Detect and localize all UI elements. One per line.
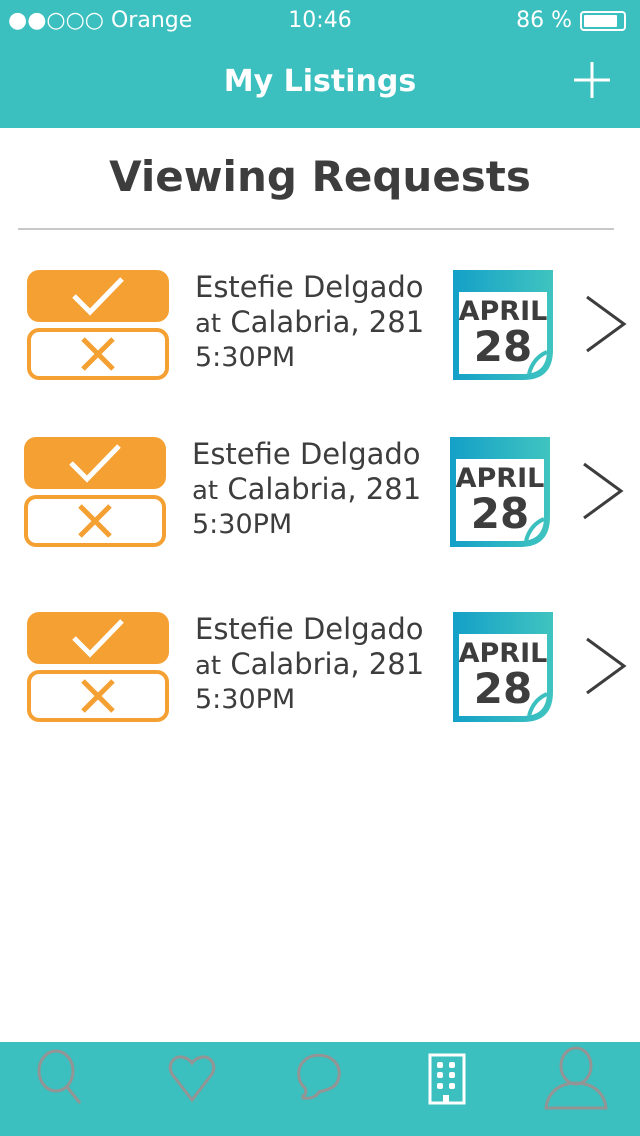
user-icon — [544, 1046, 608, 1110]
battery-icon — [580, 10, 626, 31]
divider — [18, 228, 614, 230]
location-prefix: at — [192, 476, 219, 506]
section-title: Viewing Requests — [109, 152, 531, 201]
check-icon — [72, 277, 124, 316]
location: Calabria, 281 — [227, 472, 422, 506]
request-info: Estefie Delgado at Calabria, 281 5:30PM — [195, 612, 424, 716]
x-icon — [78, 504, 112, 538]
accept-button[interactable] — [24, 437, 166, 489]
request-time: 5:30PM — [195, 684, 296, 715]
tab-my-listings[interactable] — [408, 1044, 488, 1114]
request-info: Estefie Delgado at Calabria, 281 5:30PM — [195, 270, 424, 374]
calendar-icon: APRIL 28 — [450, 437, 550, 547]
location-prefix: at — [195, 651, 222, 681]
requester-name: Estefie Delgado — [195, 270, 424, 304]
top-bar: ●●○○○ Orange 10:46 86 % My Listings — [0, 0, 640, 128]
accept-button[interactable] — [27, 612, 169, 664]
requester-name: Estefie Delgado — [192, 437, 421, 471]
tab-profile[interactable] — [536, 1044, 616, 1114]
calendar-icon: APRIL 28 — [453, 270, 553, 380]
request-row[interactable]: Estefie Delgado at Calabria, 281 5:30PM … — [0, 437, 640, 549]
calendar-day: 28 — [470, 489, 530, 538]
search-icon — [37, 1049, 82, 1104]
request-info: Estefie Delgado at Calabria, 281 5:30PM — [192, 437, 421, 541]
accept-button[interactable] — [27, 270, 169, 322]
building-icon — [428, 1053, 466, 1105]
chevron-right-icon[interactable] — [584, 636, 628, 696]
reject-button[interactable] — [27, 670, 169, 722]
status-bar: ●●○○○ Orange 10:46 86 % — [0, 8, 640, 36]
request-time: 5:30PM — [192, 509, 293, 540]
calendar-icon: APRIL 28 — [453, 612, 553, 722]
reject-button[interactable] — [27, 328, 169, 380]
calendar-day: 28 — [473, 322, 533, 371]
check-icon — [72, 619, 124, 658]
request-time: 5:30PM — [195, 342, 296, 373]
x-icon — [81, 679, 115, 713]
calendar-day: 28 — [473, 664, 533, 713]
tab-bar — [0, 1042, 640, 1136]
tab-favorites[interactable] — [152, 1044, 232, 1114]
requester-name: Estefie Delgado — [195, 612, 424, 646]
tab-search[interactable] — [22, 1044, 102, 1114]
plus-icon[interactable] — [574, 62, 610, 98]
page-title: My Listings — [223, 64, 417, 99]
chevron-right-icon[interactable] — [581, 461, 625, 521]
chevron-right-icon[interactable] — [584, 294, 628, 354]
reject-button[interactable] — [24, 495, 166, 547]
x-icon — [81, 337, 115, 371]
chat-bubble-icon — [297, 1053, 341, 1100]
location-prefix: at — [195, 309, 222, 339]
request-row[interactable]: Estefie Delgado at Calabria, 281 5:30PM … — [0, 270, 640, 382]
heart-icon — [168, 1055, 216, 1103]
check-icon — [69, 444, 121, 483]
battery-percent: 86 % — [516, 8, 572, 33]
location: Calabria, 281 — [230, 305, 425, 339]
tab-messages[interactable] — [280, 1044, 360, 1114]
request-row[interactable]: Estefie Delgado at Calabria, 281 5:30PM … — [0, 612, 640, 724]
location: Calabria, 281 — [230, 647, 425, 681]
